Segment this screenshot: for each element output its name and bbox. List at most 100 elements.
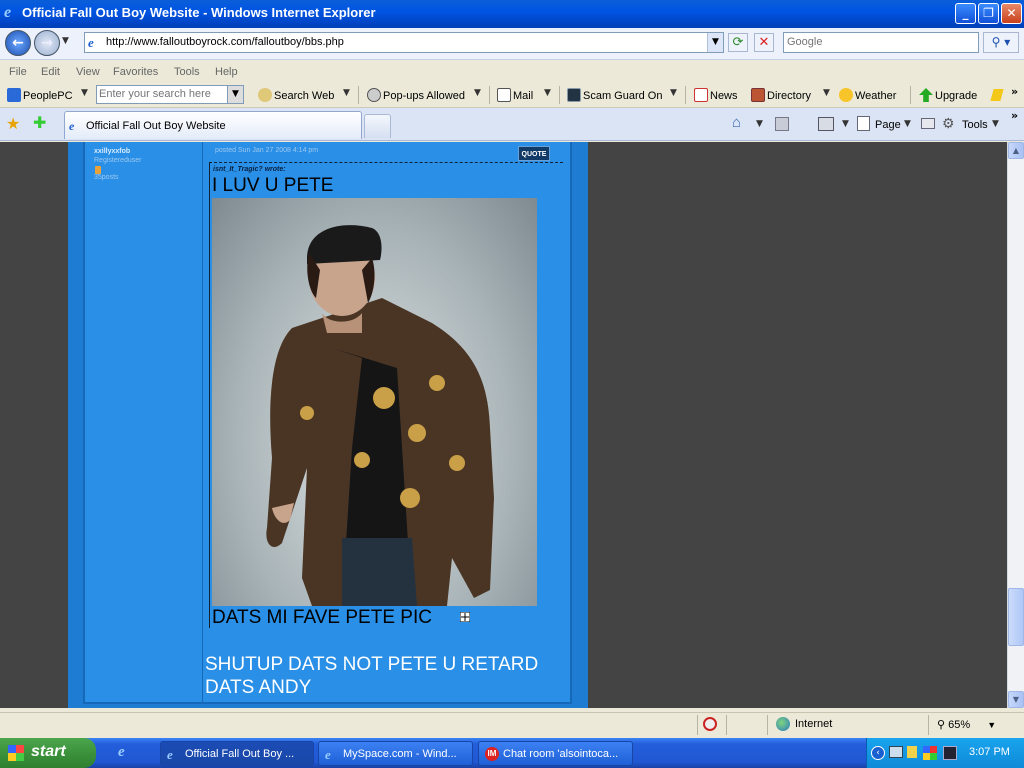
task-label: Chat room 'alsointoca... [503, 748, 619, 760]
back-button[interactable]: ← [5, 30, 31, 56]
mail-button[interactable]: Mail [497, 88, 533, 102]
magnifier-icon [258, 88, 272, 102]
scroll-up-button[interactable]: ▲ [1008, 142, 1024, 159]
tray-expand-icon[interactable]: ‹ [871, 746, 885, 760]
upgrade-button[interactable]: Upgrade [919, 88, 977, 102]
quick-launch-ie-icon[interactable]: e [118, 744, 125, 761]
zoom-icon: ⚲ [937, 719, 949, 731]
menu-view[interactable]: View [76, 66, 100, 78]
directory-button[interactable]: Directory [751, 88, 811, 102]
quote-button[interactable]: QUOTE [518, 146, 550, 161]
system-tray: ‹ 3:07 PM [866, 738, 1024, 768]
page-dropdown-icon[interactable]: ▼ [904, 119, 911, 129]
mail-dropdown-icon[interactable]: ▼ [544, 88, 551, 98]
ie-logo-icon: e [4, 4, 12, 21]
tools-menu[interactable]: Tools [962, 119, 988, 131]
address-dropdown-icon[interactable]: ▼ [707, 33, 723, 52]
tools-dropdown-icon[interactable]: ▼ [992, 119, 999, 129]
security-tray-icon[interactable] [943, 746, 957, 760]
task-official-fall-out-boy[interactable]: e Official Fall Out Boy ... [160, 741, 314, 766]
print-icon[interactable] [818, 117, 834, 131]
rank-badge-icon [95, 166, 101, 174]
ie-icon: e [325, 747, 331, 762]
task-chat-room[interactable]: IM Chat room 'alsointoca... [478, 741, 633, 766]
popups-button[interactable]: Pop-ups Allowed [367, 88, 465, 102]
search-web-button[interactable]: Search Web [258, 88, 334, 102]
messenger-icon[interactable] [923, 746, 937, 760]
sun-icon [839, 88, 853, 102]
news-button[interactable]: News [694, 88, 738, 102]
task-myspace[interactable]: e MySpace.com - Wind... [318, 741, 473, 766]
scam-guard-dropdown-icon[interactable]: ▼ [670, 88, 677, 98]
network-icon[interactable] [889, 746, 903, 758]
start-label: start [31, 743, 66, 760]
home-icon[interactable]: ⌂ [732, 114, 741, 131]
commandbar-overflow-icon[interactable]: » [1011, 109, 1018, 122]
refresh-button[interactable]: ⟳ [728, 33, 748, 52]
address-url[interactable]: http://www.falloutboyrock.com/falloutboy… [106, 36, 344, 48]
add-favorites-icon[interactable]: ✚ [33, 113, 46, 132]
page-menu[interactable]: Page [875, 119, 901, 131]
toolbar-search-box[interactable]: ▼ [96, 85, 244, 104]
menu-tools[interactable]: Tools [174, 66, 200, 78]
peoplepc-dropdown-icon[interactable]: ▼ [81, 88, 88, 98]
close-button[interactable]: ✕ [1001, 3, 1022, 24]
menu-edit[interactable]: Edit [41, 66, 60, 78]
search-input[interactable] [787, 36, 972, 48]
toolbar-search-input[interactable] [99, 88, 224, 100]
gear-icon: ⚙ [942, 115, 955, 131]
minimize-button[interactable]: _ [955, 3, 976, 24]
search-button[interactable]: ⚲ ▾ [983, 32, 1019, 53]
favorites-star-icon[interactable]: ★ [6, 114, 20, 133]
shield-icon [567, 88, 581, 102]
window-title: Official Fall Out Boy Website - Windows … [22, 5, 376, 20]
home-dropdown-icon[interactable]: ▼ [756, 119, 763, 129]
quote-block: isnt_It_Tragic? wrote: I LUV U PETE DATS… [209, 162, 563, 628]
popups-dropdown-icon[interactable]: ▼ [474, 88, 481, 98]
scroll-down-button[interactable]: ▼ [1008, 691, 1024, 708]
address-bar[interactable]: e http://www.falloutboyrock.com/falloutb… [84, 32, 724, 53]
post-user-rank: Registereduser [94, 157, 142, 164]
clock[interactable]: 3:07 PM [969, 746, 1010, 758]
highlighter-icon[interactable] [990, 89, 1004, 101]
menu-help[interactable]: Help [215, 66, 238, 78]
history-dropdown-icon[interactable]: ▼ [62, 36, 69, 46]
post-reply-text: SHUTUP DATS NOT PETE U RETARD DATS ANDY [205, 654, 539, 698]
quote-author: isnt_It_Tragic? wrote: [213, 166, 286, 173]
menu-file[interactable]: File [9, 66, 27, 78]
post-user-count: 35posts [94, 174, 119, 181]
start-button[interactable]: start [0, 738, 96, 768]
research-icon[interactable] [921, 118, 935, 129]
vertical-scrollbar[interactable]: ▲ ▼ [1007, 142, 1024, 708]
peoplepc-button[interactable]: PeoplePC [7, 88, 73, 102]
volume-icon[interactable] [907, 746, 917, 758]
restore-button[interactable]: ❐ [978, 3, 999, 24]
weather-button[interactable]: Weather [839, 88, 896, 102]
task-label: Official Fall Out Boy ... [185, 748, 295, 760]
envelope-icon [497, 88, 511, 102]
quoted-photo [212, 198, 537, 606]
scroll-thumb[interactable] [1008, 588, 1024, 646]
im-icon: IM [485, 747, 499, 761]
menu-favorites[interactable]: Favorites [113, 66, 158, 78]
stop-button[interactable]: ✕ [754, 33, 774, 52]
title-bar: e Official Fall Out Boy Website - Window… [0, 0, 1024, 28]
security-zone[interactable]: Internet [795, 718, 832, 730]
forward-button[interactable]: → [34, 30, 60, 56]
search-box[interactable] [783, 32, 979, 53]
search-web-dropdown-icon[interactable]: ▼ [343, 88, 350, 98]
zoom-dropdown-icon[interactable]: ▼ [987, 720, 996, 730]
new-tab-button[interactable] [364, 114, 391, 138]
toolbar-overflow-icon[interactable]: » [1011, 85, 1018, 98]
print-dropdown-icon[interactable]: ▼ [842, 119, 849, 129]
scam-guard-button[interactable]: Scam Guard On [567, 88, 662, 102]
status-divider [697, 715, 698, 735]
toolbar-search-dropdown-icon[interactable]: ▼ [227, 86, 243, 103]
zoom-level[interactable]: ⚲ 65% ▼ [937, 718, 996, 731]
feeds-icon[interactable] [775, 117, 789, 131]
search-web-label: Search Web [274, 90, 335, 102]
popup-blocked-icon[interactable] [703, 717, 717, 731]
directory-dropdown-icon[interactable]: ▼ [823, 88, 830, 98]
post-username[interactable]: xxillyxxfob [94, 148, 130, 155]
tab-official-fall-out-boy[interactable]: e Official Fall Out Boy Website [64, 111, 362, 139]
